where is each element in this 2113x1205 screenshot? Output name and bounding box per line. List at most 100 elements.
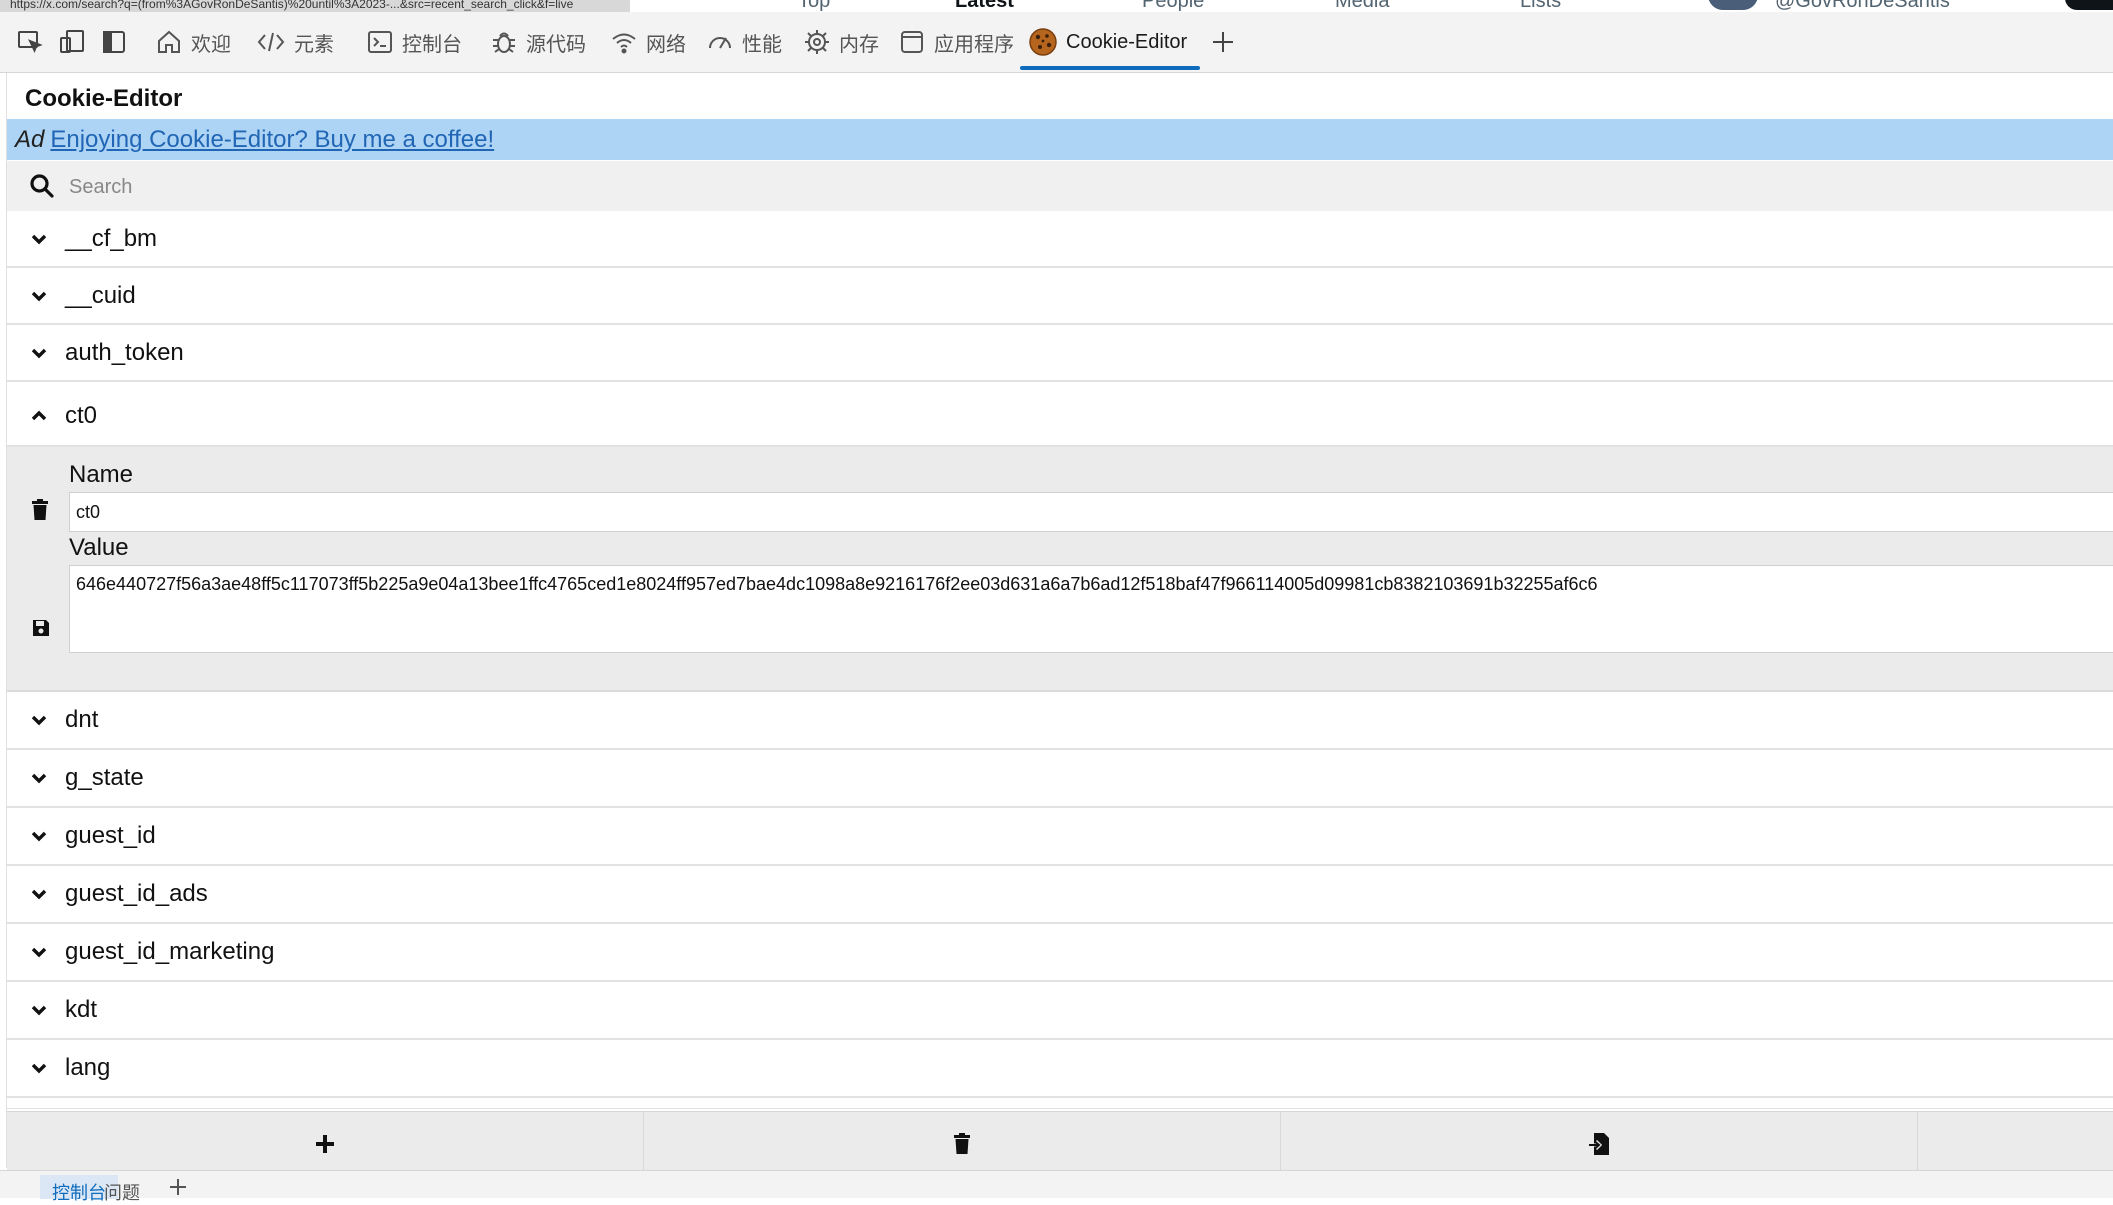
- tab-performance[interactable]: 性能: [706, 12, 782, 72]
- drawer-tab-issues[interactable]: 问题: [104, 1179, 140, 1205]
- cookie-name: __cuid: [65, 282, 136, 309]
- page-title: Cookie-Editor: [25, 85, 183, 112]
- tab-label: 网络: [646, 33, 686, 56]
- chevron-down-icon: [29, 826, 49, 846]
- wifi-icon: [612, 33, 636, 54]
- name-label: Name: [69, 461, 134, 488]
- devtools-drawer: 控制台 问题: [0, 1170, 2113, 1203]
- home-icon: [158, 30, 180, 53]
- export-button[interactable]: [1918, 1112, 2113, 1175]
- cookie-name: lang: [65, 1054, 111, 1081]
- chevron-down-icon: [29, 343, 49, 363]
- ad-link[interactable]: Enjoying Cookie-Editor? Buy me a coffee!: [50, 126, 494, 153]
- cookie-name: guest_id_marketing: [65, 938, 275, 965]
- code-icon: [257, 32, 285, 52]
- tab-label: Cookie-Editor: [1066, 30, 1188, 53]
- tab-network[interactable]: 网络: [610, 12, 686, 72]
- chevron-down-icon: [29, 884, 49, 904]
- tab-sources[interactable]: 源代码: [490, 12, 586, 72]
- chip-icon: [805, 30, 829, 54]
- follow-button[interactable]: [2065, 0, 2113, 10]
- tab-label: 性能: [742, 33, 782, 56]
- page-tab-media[interactable]: Media: [1335, 0, 1389, 12]
- file-import-icon: [1589, 1132, 1609, 1155]
- chevron-down-icon: [29, 229, 49, 249]
- value-label: Value: [69, 534, 129, 561]
- trash-icon: [954, 1132, 970, 1154]
- save-floppy-icon[interactable]: [31, 618, 51, 638]
- active-tab-indicator: [1020, 66, 1200, 70]
- devtools-tab-bar: 欢迎 元素 控制台 源代码 网络 性能 内存 应用程序 Cookie-Edito…: [0, 12, 2113, 73]
- add-drawer-tab-plus-icon[interactable]: [168, 1177, 188, 1197]
- chevron-down-icon: [29, 942, 49, 962]
- cookie-row[interactable]: g_state: [7, 750, 2113, 808]
- tab-label: 应用程序: [934, 33, 1014, 56]
- chevron-down-icon: [29, 710, 49, 730]
- ad-banner: Ad Enjoying Cookie-Editor? Buy me a coffe…: [7, 119, 2113, 160]
- cookie-row[interactable]: __cuid: [7, 268, 2113, 325]
- page-tab-lists[interactable]: Lists: [1520, 0, 1561, 12]
- page-tab-people[interactable]: People: [1142, 0, 1204, 12]
- cookie-row[interactable]: kdt: [7, 982, 2113, 1040]
- console-icon: [368, 31, 392, 53]
- search-input[interactable]: [67, 170, 2071, 204]
- cookie-row[interactable]: guest_id_ads: [7, 866, 2113, 924]
- gauge-icon: [709, 37, 731, 49]
- tab-label: 元素: [294, 33, 334, 56]
- tab-label: 源代码: [526, 33, 586, 56]
- cookie-value-field[interactable]: 646e440727f56a3ae48ff5c117073ff5b225a9e0…: [69, 565, 2113, 653]
- page-tab-top[interactable]: Top: [798, 0, 830, 12]
- bug-icon: [493, 32, 515, 53]
- cookie-row[interactable]: dnt: [7, 692, 2113, 750]
- cookie-row[interactable]: lang: [7, 1040, 2113, 1098]
- cookie-detail: Name ct0 Value 646e440727f56a3ae48ff5c11…: [7, 447, 2113, 692]
- cookie-name: kdt: [65, 996, 98, 1023]
- tab-label: 欢迎: [191, 33, 231, 56]
- tab-label: 控制台: [402, 33, 462, 56]
- cookie-name: g_state: [65, 764, 144, 791]
- page-tab-latest[interactable]: Latest: [955, 0, 1014, 12]
- tab-console[interactable]: 控制台: [366, 12, 462, 72]
- cookie-name: ct0: [65, 402, 98, 429]
- tab-elements[interactable]: 元素: [256, 12, 334, 72]
- cookie-name: auth_token: [65, 339, 184, 366]
- browser-top-strip: https://x.com/search?q=(from%3AGovRonDeS…: [0, 0, 2113, 12]
- device-emulation-icon[interactable]: [58, 28, 86, 56]
- delete-all-button[interactable]: [644, 1112, 1281, 1175]
- cookie-row[interactable]: __cf_bm: [7, 211, 2113, 268]
- cookie-name: dnt: [65, 706, 99, 733]
- chevron-down-icon: [29, 768, 49, 788]
- cookie-name-field[interactable]: ct0: [69, 492, 2113, 532]
- import-button[interactable]: [1281, 1112, 1918, 1175]
- cookie-row-expanded[interactable]: ct0: [7, 388, 2113, 447]
- chevron-up-icon: [29, 406, 49, 426]
- cookie-row[interactable]: auth_token: [7, 325, 2113, 382]
- chevron-down-icon: [29, 1058, 49, 1078]
- add-tab-plus-icon[interactable]: [1209, 28, 1237, 56]
- toggle-sidebar-icon[interactable]: [100, 28, 128, 56]
- delete-cookie-trash-icon[interactable]: [31, 499, 49, 521]
- plus-icon: [316, 1134, 334, 1153]
- chevron-down-icon: [29, 286, 49, 306]
- tab-label: 内存: [839, 33, 879, 56]
- tab-application[interactable]: 应用程序: [898, 12, 1014, 72]
- action-footer: [7, 1111, 2113, 1175]
- address-bar[interactable]: https://x.com/search?q=(from%3AGovRonDeS…: [0, 0, 630, 12]
- tab-cookie-editor[interactable]: Cookie-Editor: [1020, 12, 1200, 72]
- cookie-name: guest_id_ads: [65, 880, 208, 907]
- tab-memory[interactable]: 内存: [803, 12, 879, 72]
- search-icon: [29, 173, 55, 199]
- cookie-row[interactable]: guest_id: [7, 808, 2113, 866]
- cookie-name: guest_id: [65, 822, 156, 849]
- cookie-row[interactable]: guest_id_marketing: [7, 924, 2113, 982]
- cookie-editor-panel: Cookie-Editor Ad Enjoying Cookie-Editor? …: [6, 73, 2113, 1175]
- list-end-spacer: [7, 1098, 2113, 1109]
- cookie-name: __cf_bm: [65, 225, 158, 252]
- avatar[interactable]: [1708, 0, 1758, 10]
- tab-welcome[interactable]: 欢迎: [155, 12, 231, 72]
- search-bar: [7, 161, 2113, 213]
- ad-tag: Ad: [15, 126, 45, 153]
- add-cookie-button[interactable]: [7, 1112, 644, 1175]
- inspect-element-icon[interactable]: [16, 28, 44, 56]
- account-handle: @GovRonDeSantis: [1775, 0, 1950, 12]
